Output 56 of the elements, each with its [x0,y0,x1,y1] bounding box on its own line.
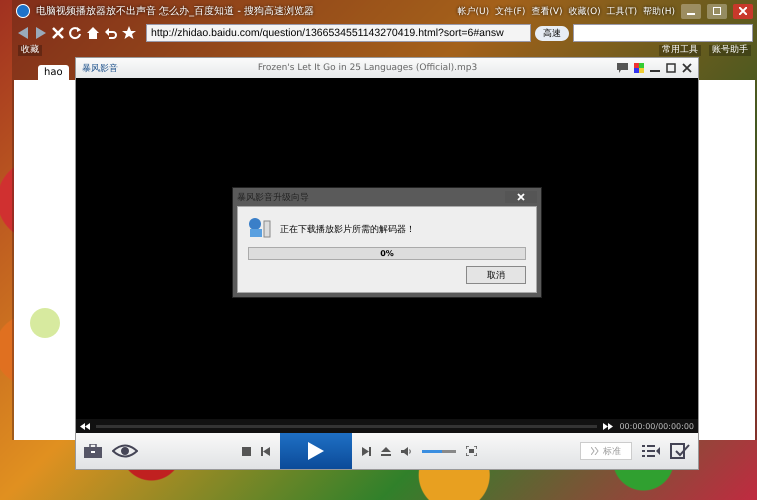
back-icon[interactable] [16,26,30,40]
menu-item[interactable]: 收藏(O) [568,4,601,18]
play-icon[interactable] [308,442,324,460]
close-icon [517,193,525,201]
menu-item[interactable]: 工具(T) [606,4,638,18]
previous-icon[interactable] [260,446,270,456]
stop-icon[interactable] [242,446,250,456]
menu-item[interactable]: 文件(F) [495,4,526,18]
play-button[interactable] [280,433,352,469]
maximize-icon[interactable] [666,63,676,73]
player-menu-button[interactable]: 暴风影音 [82,62,118,74]
bookmark-item[interactable]: 账号助手 [709,45,751,56]
eye-icon[interactable] [112,444,138,458]
search-field[interactable] [573,24,753,42]
maximize-button[interactable] [707,4,727,18]
dialog-message: 正在下载播放影片所需的解码器！ [280,224,415,236]
close-button[interactable] [505,191,537,203]
minimize-button[interactable] [681,4,701,18]
progress-label: 0% [380,249,394,258]
menu-item[interactable]: 帐户(U) [458,4,490,18]
dialog-title: 暴风影音升级向导 [237,192,309,204]
palette-icon[interactable] [634,63,644,73]
menu-item[interactable]: 帮助(H) [643,4,675,18]
close-icon [739,7,747,15]
rewind-icon[interactable] [80,422,90,430]
close-icon[interactable] [682,63,692,73]
checklist-icon[interactable] [670,443,690,459]
browser-tab[interactable]: hao [38,65,69,80]
menu-item[interactable]: 查看(V) [531,4,563,18]
browser-logo-icon [16,4,30,18]
close-button[interactable] [733,4,753,18]
star-icon[interactable] [122,26,136,40]
toolbox-icon[interactable] [84,444,102,458]
volume-slider[interactable] [422,450,456,452]
undo-icon[interactable] [104,26,118,40]
cancel-button[interactable]: 取消 [466,266,526,284]
address-field[interactable]: http://zhidao.baidu.com/question/1366534551143270419.html?sort=6#answ [146,24,531,42]
media-title: Frozen's Let It Go in 25 Languages (Official).mp3 [256,63,478,73]
chevron-icon [591,447,599,455]
chat-icon[interactable] [617,63,628,73]
forward-icon[interactable] [34,26,48,40]
bookmark-item[interactable]: 常用工具 [659,45,701,56]
fast-forward-icon[interactable] [603,422,614,430]
time-readout: 00:00:00/00:00:00 [619,422,694,430]
home-icon[interactable] [86,26,100,40]
speaker-icon[interactable] [400,446,412,456]
bookmark-item[interactable]: 收藏 [18,45,42,56]
stop-icon[interactable] [52,27,64,39]
refresh-icon[interactable] [68,26,82,40]
playlist-icon[interactable] [642,444,660,458]
maximize-icon [713,7,721,15]
fullscreen-icon[interactable] [466,446,476,456]
window-title: 电脑视频播放器放不出声音 怎么办_百度知道 - 搜狗高速浏览器 [36,4,314,18]
eject-icon[interactable] [380,446,390,456]
speed-button[interactable]: 高速 [535,26,569,40]
next-icon[interactable] [362,446,370,456]
